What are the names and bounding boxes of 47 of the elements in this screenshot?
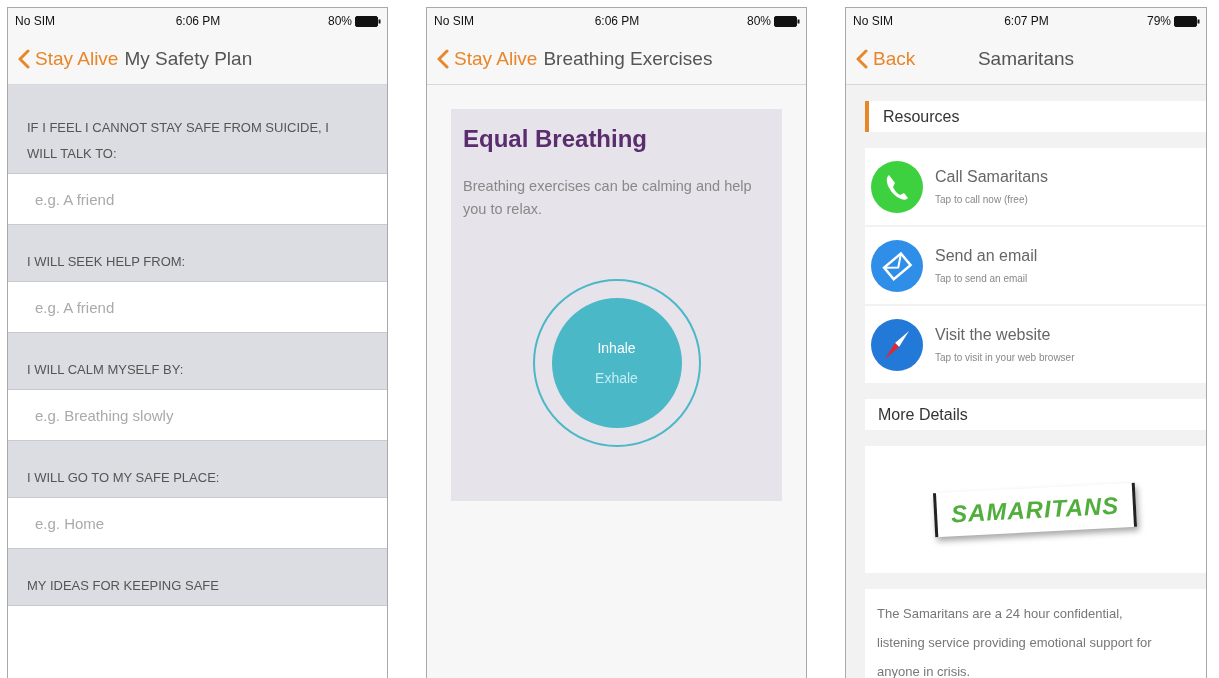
section-heading: I WILL GO TO MY SAFE PLACE:: [8, 441, 387, 498]
back-link[interactable]: Back: [856, 48, 916, 70]
item-title: Call Samaritans: [935, 168, 1048, 186]
section-heading: I WILL SEEK HELP FROM:: [8, 225, 387, 282]
exercise-description: Breathing exercises can be calming and help you to relax.: [463, 177, 753, 219]
carrier-text: No SIM: [853, 14, 893, 28]
section-heading: IF I FEEL I CANNOT STAY SAFE FROM SUICIDE, I WILL TALK TO:: [8, 85, 387, 174]
battery-icon: [1174, 15, 1200, 27]
back-link[interactable]: Stay Alive: [18, 48, 119, 70]
battery-icon: [774, 15, 800, 27]
battery-percent: 80%: [327, 14, 352, 28]
chevron-left-icon: [18, 49, 30, 69]
chevron-left-icon: [437, 49, 449, 69]
phone-icon: [871, 160, 923, 213]
phase-label: Exhale: [595, 370, 638, 386]
battery-percent: 79%: [1146, 14, 1171, 28]
item-title: Visit the website: [935, 326, 1052, 344]
chevron-left-icon: [856, 49, 868, 69]
item-subtitle: Tap to call now (free): [935, 194, 1029, 205]
back-link[interactable]: Stay Alive: [437, 48, 538, 70]
item-title: Send an email: [935, 247, 1038, 265]
carrier-text: No SIM: [15, 14, 55, 28]
resource-item[interactable]: Visit the website Tap to visit in your web browser: [865, 306, 1206, 383]
item-subtitle: Tap to send an email: [935, 273, 1029, 284]
screen-title: Samaritans: [977, 48, 1075, 70]
resource-item[interactable]: Call Samaritans Tap to call now (free): [865, 148, 1206, 225]
screen-title: Breathing Exercises: [543, 48, 713, 70]
breathing-circle[interactable]: Inhale Exhale: [551, 298, 682, 428]
section-header: More Details: [865, 399, 1206, 430]
envelope-icon: [871, 239, 923, 292]
exercise-title: Equal Breathing: [463, 125, 649, 153]
battery-percent: 80%: [746, 14, 771, 28]
samaritans-logo: SAMARITANS: [933, 482, 1138, 537]
description-text: The Samaritans are a 24 hour confidential, listening service providing emotional support for anyone in crisis.: [865, 589, 1206, 678]
carrier-text: No SIM: [434, 14, 474, 28]
status-time: 6:06 PM: [594, 14, 640, 28]
status-time: 6:07 PM: [1004, 14, 1049, 28]
compass-icon: [871, 318, 923, 371]
section-heading: I WILL CALM MYSELF BY:: [8, 333, 387, 390]
phase-label: Inhale: [597, 340, 636, 356]
battery-icon: [355, 15, 381, 27]
resource-item[interactable]: Send an email Tap to send an email: [865, 227, 1206, 304]
screen-title: My Safety Plan: [124, 48, 253, 70]
section-header: Resources: [865, 101, 1206, 132]
item-subtitle: Tap to visit in your web browser: [935, 352, 1075, 363]
section-heading: MY IDEAS FOR KEEPING SAFE: [8, 549, 387, 606]
status-time: 6:06 PM: [175, 14, 221, 28]
